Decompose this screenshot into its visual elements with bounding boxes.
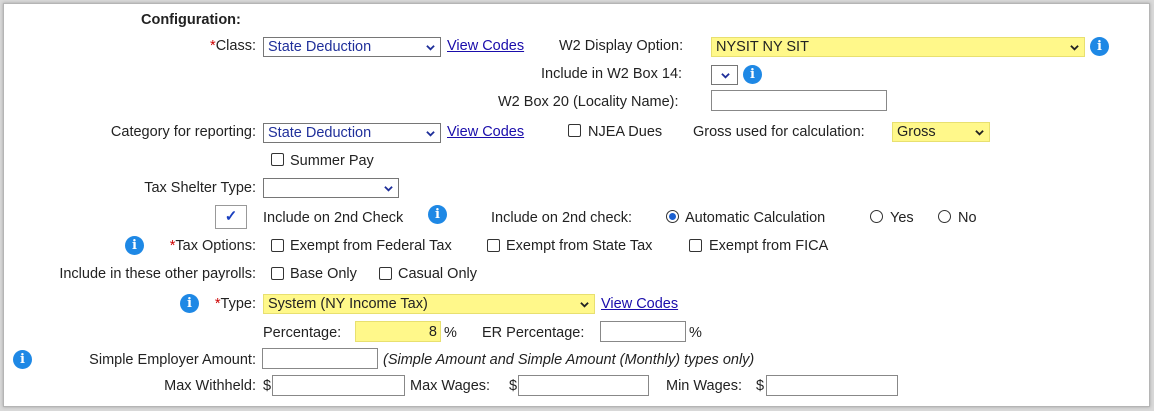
info-icon[interactable]: i — [428, 205, 447, 224]
max-wages-label: Max Wages: — [410, 378, 491, 394]
include-2nd-check-label: Include on 2nd Check — [263, 210, 404, 226]
casual-only-label: Casual Only — [398, 266, 477, 282]
summer-pay-label: Summer Pay — [290, 153, 374, 169]
tax-shelter-select[interactable] — [263, 178, 399, 198]
radio-yes[interactable] — [870, 210, 883, 223]
exempt-state-checkbox[interactable] — [487, 239, 500, 252]
w2-display-label: W2 Display Option: — [559, 38, 684, 54]
info-icon[interactable]: i — [125, 236, 144, 255]
exempt-fica-label: Exempt from FICA — [709, 238, 829, 254]
exempt-fica-checkbox[interactable] — [689, 239, 702, 252]
category-select-value: State Deduction — [268, 125, 372, 141]
simple-employer-input[interactable] — [262, 348, 378, 369]
simple-employer-label: Simple Employer Amount: — [89, 352, 256, 368]
info-icon[interactable]: i — [743, 65, 762, 84]
include-2nd-check-toggle[interactable]: ✓ — [215, 205, 247, 229]
max-wages-currency: $ — [509, 378, 518, 394]
type-label: *Type: — [214, 296, 256, 312]
section-title: Configuration: — [141, 12, 241, 28]
type-select-value: System (NY Income Tax) — [268, 296, 428, 312]
class-select[interactable]: State Deduction — [263, 37, 441, 57]
chevron-down-icon — [580, 302, 589, 308]
gross-used-label: Gross used for calculation: — [693, 124, 865, 140]
chevron-down-icon — [721, 73, 730, 79]
simple-employer-note: (Simple Amount and Simple Amount (Monthl… — [383, 352, 755, 368]
exempt-federal-label: Exempt from Federal Tax — [290, 238, 452, 254]
w2-display-value: NYSIT NY SIT — [716, 39, 809, 55]
info-icon[interactable]: i — [13, 350, 32, 369]
er-percentage-input[interactable] — [600, 321, 686, 342]
chevron-down-icon — [975, 130, 984, 136]
tax-shelter-label: Tax Shelter Type: — [144, 180, 256, 196]
percentage-unit: % — [444, 325, 457, 341]
w2-box20-input[interactable] — [711, 90, 887, 111]
percentage-input[interactable]: 8 — [355, 321, 441, 342]
category-label: Category for reporting: — [110, 124, 256, 140]
exempt-federal-checkbox[interactable] — [271, 239, 284, 252]
chevron-down-icon — [384, 186, 393, 192]
radio-no-label: No — [958, 210, 977, 226]
category-select[interactable]: State Deduction — [263, 123, 441, 143]
class-label: *Class: — [210, 38, 256, 54]
class-view-codes-link[interactable]: View Codes — [447, 38, 524, 54]
class-select-value: State Deduction — [268, 39, 372, 55]
w2-box14-label: Include in W2 Box 14: — [541, 66, 683, 82]
w2-box14-select[interactable] — [711, 65, 738, 85]
percentage-label: Percentage: — [263, 325, 342, 341]
gross-used-select[interactable]: Gross — [892, 122, 990, 142]
chevron-down-icon — [426, 131, 435, 137]
configuration-panel: Configuration: *Class: State Deduction V… — [3, 3, 1150, 407]
info-icon[interactable]: i — [180, 294, 199, 313]
category-view-codes-link[interactable]: View Codes — [447, 124, 524, 140]
radio-automatic-calculation-label: Automatic Calculation — [685, 210, 826, 226]
w2-box20-label: W2 Box 20 (Locality Name): — [498, 94, 679, 110]
max-withheld-label: Max Withheld: — [164, 378, 256, 394]
type-view-codes-link[interactable]: View Codes — [601, 296, 678, 312]
chevron-down-icon — [1070, 45, 1079, 51]
radio-automatic-calculation[interactable] — [666, 210, 679, 223]
max-withheld-currency: $ — [263, 378, 272, 394]
base-only-checkbox[interactable] — [271, 267, 284, 280]
w2-display-select[interactable]: NYSIT NY SIT — [711, 37, 1085, 57]
radio-yes-label: Yes — [890, 210, 914, 226]
base-only-label: Base Only — [290, 266, 357, 282]
other-payrolls-label: Include in these other payrolls: — [59, 266, 256, 282]
njea-dues-checkbox[interactable] — [568, 124, 581, 137]
radio-no[interactable] — [938, 210, 951, 223]
min-wages-currency: $ — [756, 378, 765, 394]
njea-dues-label: NJEA Dues — [588, 124, 663, 140]
min-wages-label: Min Wages: — [666, 378, 743, 394]
casual-only-checkbox[interactable] — [379, 267, 392, 280]
er-percentage-unit: % — [689, 325, 702, 341]
info-icon[interactable]: i — [1090, 37, 1109, 56]
chevron-down-icon — [426, 45, 435, 51]
include-2nd-check-options-label: Include on 2nd check: — [491, 210, 633, 226]
type-select[interactable]: System (NY Income Tax) — [263, 294, 595, 314]
gross-used-value: Gross — [897, 124, 936, 140]
max-withheld-input[interactable] — [272, 375, 405, 396]
summer-pay-checkbox[interactable] — [271, 153, 284, 166]
min-wages-input[interactable] — [766, 375, 898, 396]
tax-options-label: *Tax Options: — [169, 238, 256, 254]
er-percentage-label: ER Percentage: — [482, 325, 585, 341]
exempt-state-label: Exempt from State Tax — [506, 238, 653, 254]
max-wages-input[interactable] — [518, 375, 649, 396]
